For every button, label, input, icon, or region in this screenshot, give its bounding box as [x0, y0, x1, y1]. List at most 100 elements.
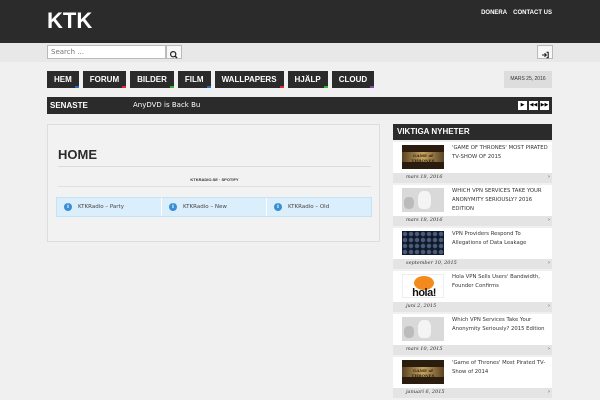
magnifier-icon — [169, 50, 178, 59]
news-title[interactable]: 'Game of Thrones' Most Pirated TV-Show o… — [452, 359, 548, 377]
news-thumbnail[interactable]: hola! — [402, 274, 444, 298]
nav-item-bilder[interactable]: BILDER — [130, 71, 174, 88]
news-meta: januari 6, 2015 › — [393, 388, 552, 398]
chevron-right-icon[interactable]: › — [548, 389, 550, 395]
thumbnail-text: hola! — [412, 287, 436, 298]
breadcrumb[interactable]: KTKRADIO.SE · SPOTIFY — [48, 177, 381, 182]
current-date: MARS 25, 2016 — [504, 71, 552, 88]
news-date: januari 6, 2015 — [406, 389, 445, 395]
news-meta: mars 10, 2015 › — [393, 345, 552, 355]
nav-stripe — [370, 86, 375, 88]
nav-stripe — [323, 86, 328, 88]
news-meta: mars 18, 2016 › — [393, 216, 552, 226]
chevron-right-icon[interactable]: › — [548, 217, 550, 223]
main-content: HOME KTKRADIO.SE · SPOTIFY i KTKRadio – … — [47, 124, 380, 242]
news-body: hola! Hola VPN Sells Users' Bandwidth, F… — [393, 271, 552, 302]
ticker-controls: ▶ ◀◀ ▶▶ — [518, 101, 549, 110]
chevron-right-icon[interactable]: › — [548, 260, 550, 266]
ticker-next-button[interactable]: ▶▶ — [540, 101, 549, 110]
news-item[interactable]: GAME of THRONES 'Game of Thrones' Most P… — [393, 357, 552, 398]
news-thumbnail[interactable] — [402, 317, 444, 341]
breadcrumb-divider — [58, 186, 371, 187]
site-logo[interactable]: KTK — [47, 8, 92, 34]
news-title[interactable]: 'GAME OF THRONES' MOST PIRATED TV-SHOW O… — [452, 144, 548, 162]
news-body: VPN Providers Respond To Allegations of … — [393, 228, 552, 259]
nav-item-cloud[interactable]: CLOUD — [331, 71, 375, 88]
news-item[interactable]: GAME of THRONES 'GAME OF THRONES' MOST P… — [393, 142, 552, 183]
nav-stripe — [169, 86, 174, 88]
nav-label: WALLPAPERS — [221, 75, 277, 84]
news-date: mars 18, 2016 — [406, 174, 443, 180]
news-body: Which VPN Services Take Your Anonymity S… — [393, 314, 552, 345]
top-header: KTK DONERA CONTACT US — [0, 0, 600, 43]
news-title[interactable]: Hola VPN Sells Users' Bandwidth, Founder… — [452, 273, 548, 291]
news-date: mars 10, 2015 — [406, 346, 443, 352]
news-item[interactable]: hola! Hola VPN Sells Users' Bandwidth, F… — [393, 271, 552, 312]
ticker-headline[interactable]: AnyDVD is Back Bu — [133, 97, 200, 114]
nav-label: FORUM — [89, 75, 120, 84]
radio-tabs: i KTKRadio – Party i KTKRadio – New i KT… — [56, 197, 372, 217]
tab-old[interactable]: i KTKRadio – Old — [267, 198, 371, 216]
search-button[interactable] — [166, 45, 182, 59]
nav-label: FILM — [184, 75, 204, 84]
nav-stripe — [206, 86, 211, 88]
news-body: GAME of THRONES 'GAME OF THRONES' MOST P… — [393, 142, 552, 173]
chevron-right-icon[interactable]: › — [548, 346, 550, 352]
sidebar-heading: VIKTIGA NYHETER — [393, 124, 552, 140]
donate-link[interactable]: DONERA — [481, 10, 507, 16]
tab-party[interactable]: i KTKRadio – Party — [57, 198, 162, 216]
news-body: WHICH VPN SERVICES TAKE YOUR ANONYMITY S… — [393, 185, 552, 216]
title-divider — [58, 166, 371, 167]
nav-label: CLOUD — [338, 75, 368, 84]
news-thumbnail[interactable]: GAME of THRONES — [402, 145, 444, 169]
news-meta: mars 18, 2016 › — [393, 173, 552, 183]
page-title: HOME — [58, 147, 97, 162]
info-icon: i — [274, 203, 282, 211]
nav-label: HJÄLP — [294, 75, 321, 84]
news-title[interactable]: WHICH VPN SERVICES TAKE YOUR ANONYMITY S… — [452, 187, 548, 214]
tab-label: KTKRadio – New — [183, 204, 227, 210]
news-date: september 10, 2015 — [406, 260, 457, 266]
login-button[interactable] — [537, 45, 553, 59]
thumbnail-text: GAME of THRONES — [411, 153, 435, 163]
search-input[interactable] — [47, 45, 166, 59]
news-body: GAME of THRONES 'Game of Thrones' Most P… — [393, 357, 552, 388]
nav-item-forum[interactable]: FORUM — [82, 71, 127, 88]
news-item[interactable]: WHICH VPN SERVICES TAKE YOUR ANONYMITY S… — [393, 185, 552, 226]
chevron-right-icon[interactable]: › — [548, 303, 550, 309]
news-thumbnail[interactable]: GAME of THRONES — [402, 360, 444, 384]
ticker-play-button[interactable]: ▶ — [518, 101, 527, 110]
news-title[interactable]: Which VPN Services Take Your Anonymity S… — [452, 316, 548, 334]
news-thumbnail[interactable] — [402, 188, 444, 212]
main-nav: HEM FORUM BILDER FILM WALLPAPERS HJÄLP C… — [47, 71, 375, 88]
nav-item-film[interactable]: FILM — [177, 71, 211, 88]
tab-label: KTKRadio – Old — [288, 204, 330, 210]
news-date: mars 18, 2016 — [406, 217, 443, 223]
nav-label: BILDER — [137, 75, 167, 84]
news-title[interactable]: VPN Providers Respond To Allegations of … — [452, 230, 548, 248]
news-item[interactable]: Which VPN Services Take Your Anonymity S… — [393, 314, 552, 355]
news-thumbnail[interactable] — [402, 231, 444, 255]
ticker-label: SENASTE — [50, 101, 88, 110]
ticker-prev-button[interactable]: ◀◀ — [529, 101, 538, 110]
news-item[interactable]: VPN Providers Respond To Allegations of … — [393, 228, 552, 269]
thumbnail-text: GAME of THRONES — [411, 368, 435, 378]
nav-label: HEM — [54, 75, 72, 84]
news-meta: september 10, 2015 › — [393, 259, 552, 269]
news-date: juni 2, 2015 — [406, 303, 437, 309]
sidebar-heading-text: VIKTIGA NYHETER — [397, 127, 470, 136]
nav-stripe — [279, 86, 284, 88]
tab-label: KTKRadio – Party — [78, 204, 124, 210]
news-ticker: SENASTE AnyDVD is Back Bu ▶ ◀◀ ▶▶ — [47, 97, 552, 114]
info-icon: i — [64, 203, 72, 211]
news-meta: juni 2, 2015 › — [393, 302, 552, 312]
sign-in-icon — [542, 51, 549, 59]
contact-link[interactable]: CONTACT US — [513, 10, 552, 16]
nav-stripe — [74, 86, 79, 88]
nav-item-hjalp[interactable]: HJÄLP — [287, 71, 328, 88]
info-icon: i — [169, 203, 177, 211]
chevron-right-icon[interactable]: › — [548, 174, 550, 180]
nav-item-wallpapers[interactable]: WALLPAPERS — [214, 71, 284, 88]
nav-item-hem[interactable]: HEM — [47, 71, 79, 88]
tab-new[interactable]: i KTKRadio – New — [162, 198, 267, 216]
